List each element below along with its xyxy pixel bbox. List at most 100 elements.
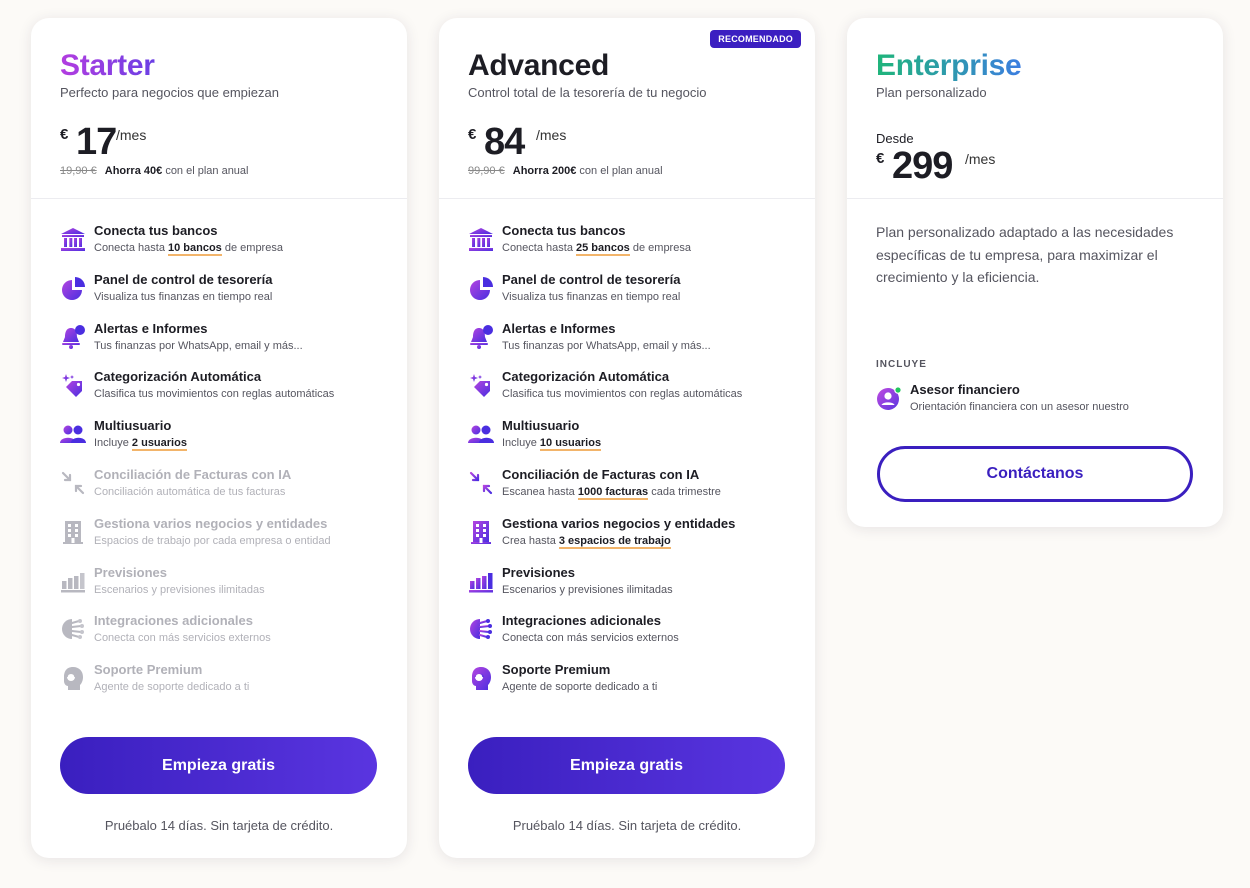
price-amount: 17 [76, 121, 117, 163]
feature-title: Conciliación de Facturas con IA [94, 466, 292, 482]
plan-name: Advanced [468, 49, 609, 82]
feature-subtitle-text: Tus finanzas por WhatsApp, email y más..… [502, 339, 711, 352]
plan-card-starter: Starter Perfecto para negocios que empie… [31, 18, 407, 858]
feature-subtitle: Visualiza tus finanzas en tiempo real [502, 288, 805, 306]
feature-title: Integraciones adicionales [502, 613, 661, 629]
advisor-title: Asesor financiero [910, 382, 1020, 397]
plan-name: Starter [60, 49, 155, 82]
pie-chart-icon [468, 275, 494, 301]
contact-button[interactable]: Contáctanos [877, 446, 1193, 502]
feature-subtitle: Tus finanzas por WhatsApp, email y más..… [94, 337, 397, 355]
plan-description: Plan personalizado adaptado a las necesi… [876, 224, 1174, 285]
feature-title: Alertas e Informes [502, 320, 616, 336]
support-agent-icon [60, 665, 86, 691]
feature-title: Gestiona varios negocios y entidades [502, 515, 736, 531]
sparkle-tag-icon [60, 372, 86, 398]
feature-title: Multiusuario [502, 418, 580, 434]
bell-icon [468, 324, 494, 350]
price-period: /mes [965, 151, 996, 167]
feature-item: Multiusuario Incluye 2 usuarios [60, 418, 397, 467]
feature-list: Conecta tus bancos Conecta hasta 25 banco… [468, 223, 805, 711]
feature-title: Soporte Premium [502, 662, 611, 678]
feature-item: Previsiones Escenarios y previsiones ilim… [60, 565, 397, 614]
plan-tagline: Plan personalizado [876, 85, 987, 100]
start-free-button[interactable]: Empieza gratis [60, 737, 377, 794]
feature-item: Panel de control de tesorería Visualiza t… [468, 272, 805, 321]
feature-subtitle-text: Tus finanzas por WhatsApp, email y más..… [94, 339, 303, 352]
feature-subtitle-suffix: de empresa [221, 242, 283, 254]
feature-subtitle-text: Escenarios y previsiones ilimitadas [502, 583, 673, 596]
advisor-feature: Asesor financiero Orientación financiera… [876, 382, 1129, 422]
annual-savings: 19,90 € Ahorra 40€ con el plan anual [60, 165, 249, 177]
advisor-avatar-icon [876, 385, 902, 411]
feature-subtitle: Escenarios y previsiones ilimitadas [94, 581, 397, 599]
feature-title: Panel de control de tesorería [94, 271, 273, 287]
feature-item: Integraciones adicionales Conecta con más… [468, 613, 805, 662]
feature-subtitle-text: Escanea hasta [502, 485, 578, 498]
old-price: 19,90 € [60, 165, 97, 177]
bank-icon [468, 226, 494, 252]
feature-subtitle: Escanea hasta 1000 facturas cada trimest… [502, 483, 805, 501]
plan-card-advanced: RECOMENDADO Advanced Control total de la… [439, 18, 815, 858]
feature-highlight: 1000 facturas [577, 485, 649, 500]
feature-subtitle-text: Agente de soporte dedicado a ti [94, 681, 250, 694]
feature-title: Integraciones adicionales [94, 613, 253, 629]
feature-subtitle: Conecta hasta 25 bancos de empresa [502, 239, 805, 257]
building-icon [468, 519, 494, 545]
price-from-label: Desde [876, 131, 914, 146]
feature-subtitle: Visualiza tus finanzas en tiempo real [94, 288, 397, 306]
feature-subtitle-text: Clasifica tus movimientos con reglas aut… [94, 388, 335, 401]
start-free-button[interactable]: Empieza gratis [468, 737, 785, 794]
currency-symbol: € [876, 150, 885, 167]
advisor-subtitle: Orientación financiera con un asesor nue… [910, 401, 1129, 413]
feature-subtitle: Tus finanzas por WhatsApp, email y más..… [502, 337, 805, 355]
feature-item: Alertas e Informes Tus finanzas por Whats… [60, 321, 397, 370]
feature-title: Conecta tus bancos [502, 223, 626, 238]
includes-label: INCLUYE [876, 359, 927, 370]
feature-subtitle-text: Agente de soporte dedicado a ti [502, 681, 658, 694]
feature-title: Previsiones [94, 564, 167, 580]
feature-item: Previsiones Escenarios y previsiones ilim… [468, 565, 805, 614]
merge-arrows-icon [468, 470, 494, 496]
feature-subtitle: Agente de soporte dedicado a ti [502, 678, 805, 696]
feature-subtitle: Escenarios y previsiones ilimitadas [502, 581, 805, 599]
feature-item: Soporte Premium Agente de soporte dedicad… [60, 662, 397, 711]
feature-subtitle-suffix: cada trimestre [648, 485, 721, 498]
feature-subtitle: Clasifica tus movimientos con reglas aut… [502, 385, 805, 403]
savings-note: con el plan anual [579, 165, 663, 177]
feature-highlight: 10 usuarios [539, 437, 602, 452]
building-icon [60, 519, 86, 545]
feature-item: Soporte Premium Agente de soporte dedicad… [468, 662, 805, 711]
feature-subtitle-text: Incluye [94, 437, 132, 450]
currency-symbol: € [60, 126, 69, 143]
feature-subtitle-text: Clasifica tus movimientos con reglas aut… [502, 388, 743, 401]
feature-item: Conecta tus bancos Conecta hasta 25 banco… [468, 223, 805, 272]
feature-item: Categorización Automática Clasifica tus m… [60, 369, 397, 418]
feature-subtitle-text: Crea hasta [502, 534, 559, 547]
bar-chart-icon [60, 568, 86, 594]
old-price: 99,90 € [468, 165, 505, 177]
feature-title: Categorización Automática [502, 369, 670, 385]
feature-item: Panel de control de tesorería Visualiza t… [60, 272, 397, 321]
feature-subtitle: Conciliación automática de tus facturas [94, 483, 397, 501]
feature-subtitle-text: Conecta hasta [502, 242, 576, 254]
sparkle-tag-icon [468, 372, 494, 398]
feature-subtitle-text: Escenarios y previsiones ilimitadas [94, 583, 265, 596]
recommended-badge: RECOMENDADO [710, 30, 801, 48]
feature-item: Conciliación de Facturas con IA Escanea h… [468, 467, 805, 516]
feature-highlight: 10 bancos [168, 242, 222, 256]
feature-item: Gestiona varios negocios y entidades Espa… [60, 516, 397, 565]
feature-title: Conecta tus bancos [94, 223, 218, 238]
feature-item: Conciliación de Facturas con IA Conciliac… [60, 467, 397, 516]
pie-chart-icon [60, 275, 86, 301]
feature-title: Gestiona varios negocios y entidades [94, 515, 328, 531]
users-icon [468, 421, 494, 447]
plan-name: Enterprise [876, 49, 1022, 82]
feature-subtitle-text: Visualiza tus finanzas en tiempo real [502, 290, 681, 303]
price-amount: 299 [892, 145, 953, 187]
feature-subtitle-text: Conecta con más servicios externos [502, 632, 679, 645]
feature-subtitle-text: Conecta con más servicios externos [94, 632, 271, 645]
feature-subtitle: Conecta con más servicios externos [94, 629, 397, 647]
feature-subtitle-text: Incluye [502, 437, 540, 450]
bar-chart-icon [468, 568, 494, 594]
